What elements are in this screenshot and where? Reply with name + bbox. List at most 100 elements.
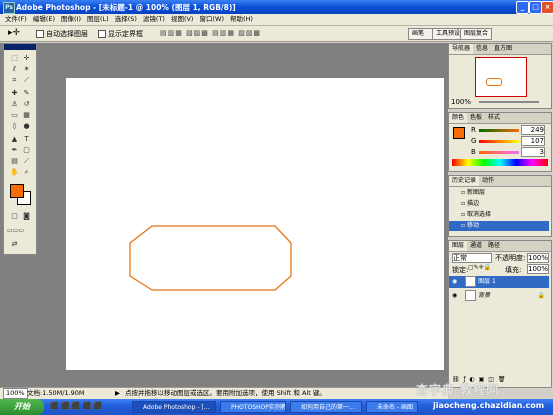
auto-select-checkbox[interactable]: 自动选择图层	[36, 29, 88, 39]
status-hint: 点按并拖移以移动图层或选区。要用附加选项，使用 Shift 和 Alt 键。	[125, 389, 326, 397]
history-tab-1[interactable]: 动作	[479, 176, 497, 186]
tools-palette-header	[4, 44, 36, 50]
navigator-zoom[interactable]: 100%	[451, 98, 471, 106]
clone-stamp-tool-icon[interactable]: ♙	[9, 100, 20, 109]
taskbar-task[interactable]: PHOTOSHOP实例教学	[220, 401, 286, 413]
menu-item-5[interactable]: 滤镜(T)	[143, 14, 165, 25]
palette-well-layer-comps[interactable]: 图层复合	[460, 28, 492, 40]
checkbox-box[interactable]	[98, 30, 106, 38]
minimize-button[interactable]: _	[516, 1, 529, 14]
navigator-panel: 导航器 信息 直方图 100%	[448, 43, 552, 109]
start-label: 开始	[14, 402, 30, 411]
menu-item-7[interactable]: 窗口(W)	[199, 14, 224, 25]
canvas[interactable]	[66, 78, 444, 370]
history-item[interactable]: ▫ 取消选择	[449, 210, 549, 220]
visibility-eye-icon[interactable]: ◉	[452, 292, 457, 299]
layers-tab-1[interactable]: 通道	[467, 241, 485, 251]
lasso-tool-icon[interactable]: ℓ	[9, 65, 20, 74]
g-slider[interactable]	[479, 140, 519, 143]
r-value[interactable]: 249	[521, 125, 545, 135]
path-selection-tool-icon[interactable]: ▲	[9, 135, 20, 144]
taskbar-task[interactable]: 未命名 - 画图	[366, 401, 418, 413]
magic-wand-tool-icon[interactable]: ✶	[21, 65, 32, 74]
standard-mode-icon[interactable]: ▢	[9, 212, 20, 221]
taskbar-task[interactable]: 如何用自己的第一...	[290, 401, 362, 413]
pen-tool-icon[interactable]: ✒	[9, 146, 20, 155]
menu-item-4[interactable]: 选择(S)	[115, 14, 137, 25]
quick-mask-mode-icon[interactable]: ◙	[21, 212, 32, 221]
lock-icons[interactable]: ▢✎✛🔒	[468, 264, 491, 271]
layer-row-background[interactable]: ◉ 背景 🔒	[449, 290, 549, 302]
brush-tool-icon[interactable]: ✎	[21, 89, 32, 98]
navigator-tab-2[interactable]: 直方图	[491, 44, 515, 54]
menu-item-3[interactable]: 图层(L)	[87, 14, 109, 25]
eraser-tool-icon[interactable]: ▭	[9, 111, 20, 120]
crop-tool-icon[interactable]: ⌗	[9, 76, 20, 85]
history-tab-0[interactable]: 历史记录	[449, 176, 480, 186]
window-title: Adobe Photoshop - [未标题-1 @ 100% (图层 1, R…	[16, 3, 236, 12]
zoom-field[interactable]: 100%	[3, 388, 28, 399]
quick-launch-icons[interactable]: ⬛ ⬛ ⬛ ⬛ ⬛	[50, 402, 102, 410]
marquee-tool-icon[interactable]: ⬚	[9, 54, 20, 63]
history-item[interactable]: ▫ 新图层	[449, 188, 549, 198]
foreground-color-swatch[interactable]	[10, 184, 24, 198]
screen-mode-icons[interactable]: ▭▭▭	[7, 226, 24, 235]
color-tab-0[interactable]: 颜色	[449, 113, 468, 123]
menu-item-6[interactable]: 视图(V)	[171, 14, 194, 25]
menu-item-0[interactable]: 文件(F)	[5, 14, 27, 25]
fill-field[interactable]: 100%	[527, 264, 549, 274]
healing-brush-tool-icon[interactable]: ✚	[9, 89, 20, 98]
fill-label: 填充:	[505, 266, 522, 274]
layers-tab-2[interactable]: 路径	[485, 241, 503, 251]
visibility-eye-icon[interactable]: ◉	[452, 278, 457, 285]
color-ramp[interactable]	[452, 159, 548, 166]
menu-item-8[interactable]: 帮助(H)	[230, 14, 253, 25]
gradient-tool-icon[interactable]: ▦	[21, 111, 32, 120]
status-arrow-icon[interactable]: ▶	[115, 388, 120, 399]
close-button[interactable]: ×	[541, 1, 553, 14]
layers-tab-0[interactable]: 图层	[449, 241, 468, 251]
hand-tool-icon[interactable]: ✋	[9, 168, 20, 177]
slice-tool-icon[interactable]: ⟋	[21, 76, 32, 85]
navigator-tab-0[interactable]: 导航器	[449, 44, 474, 54]
b-slider[interactable]	[479, 151, 519, 154]
navigator-zoom-slider[interactable]	[479, 101, 539, 103]
start-button[interactable]: 开始	[0, 399, 44, 415]
history-brush-tool-icon[interactable]: ↺	[21, 100, 32, 109]
notes-tool-icon[interactable]: ▤	[9, 157, 20, 166]
color-tab-2[interactable]: 样式	[485, 113, 503, 123]
color-fg-swatch[interactable]	[453, 127, 465, 139]
layer-row-layer1[interactable]: ◉ 图层 1	[449, 276, 549, 288]
dodge-tool-icon[interactable]: ●	[21, 122, 32, 131]
history-item[interactable]: ▫ 描边	[449, 199, 549, 209]
show-bounds-checkbox[interactable]: 显示定界框	[98, 29, 143, 39]
menu-item-2[interactable]: 图像(I)	[61, 14, 81, 25]
title-bar: Ps Adobe Photoshop - [未标题-1 @ 100% (图层 1…	[0, 0, 553, 14]
history-tabs: 历史记录 动作	[449, 176, 551, 187]
history-item-label: 移动	[466, 222, 479, 229]
blend-mode-select[interactable]: 正常	[452, 253, 492, 263]
layer-thumbnail	[465, 290, 477, 301]
eyedropper-tool-icon[interactable]: ⟋	[21, 157, 32, 166]
history-item[interactable]: ▫ 移动	[449, 221, 549, 231]
opacity-field[interactable]: 100%	[527, 253, 549, 263]
b-value[interactable]: 3	[521, 147, 545, 157]
color-panel: 颜色 色板 样式 R 249 G 107 B 3	[448, 112, 552, 172]
checkbox-box[interactable]	[36, 30, 44, 38]
type-tool-icon[interactable]: T	[21, 135, 32, 144]
g-value[interactable]: 107	[521, 136, 545, 146]
r-slider[interactable]	[479, 129, 519, 132]
navigator-tabs: 导航器 信息 直方图	[449, 44, 551, 55]
jump-to-imageready-icon[interactable]: ⇄	[9, 240, 20, 249]
taskbar-task[interactable]: Adobe Photoshop - [...	[132, 401, 216, 413]
menu-item-1[interactable]: 编辑(E)	[33, 14, 55, 25]
move-tool-icon[interactable]: ✛	[21, 54, 32, 63]
color-tab-1[interactable]: 色板	[467, 113, 485, 123]
blur-tool-icon[interactable]: ◊	[9, 122, 20, 131]
align-icons[interactable]: ▤▥▦ ▧▨▩ ▤▥▦ ▧▨▩	[160, 29, 261, 37]
shape-tool-icon[interactable]: ▢	[21, 146, 32, 155]
navigator-thumbnail[interactable]	[475, 57, 527, 97]
navigator-tab-1[interactable]: 信息	[473, 44, 491, 54]
zoom-tool-icon[interactable]: ⌕	[21, 168, 32, 177]
move-tool-icon[interactable]: ▸✛	[8, 28, 20, 38]
